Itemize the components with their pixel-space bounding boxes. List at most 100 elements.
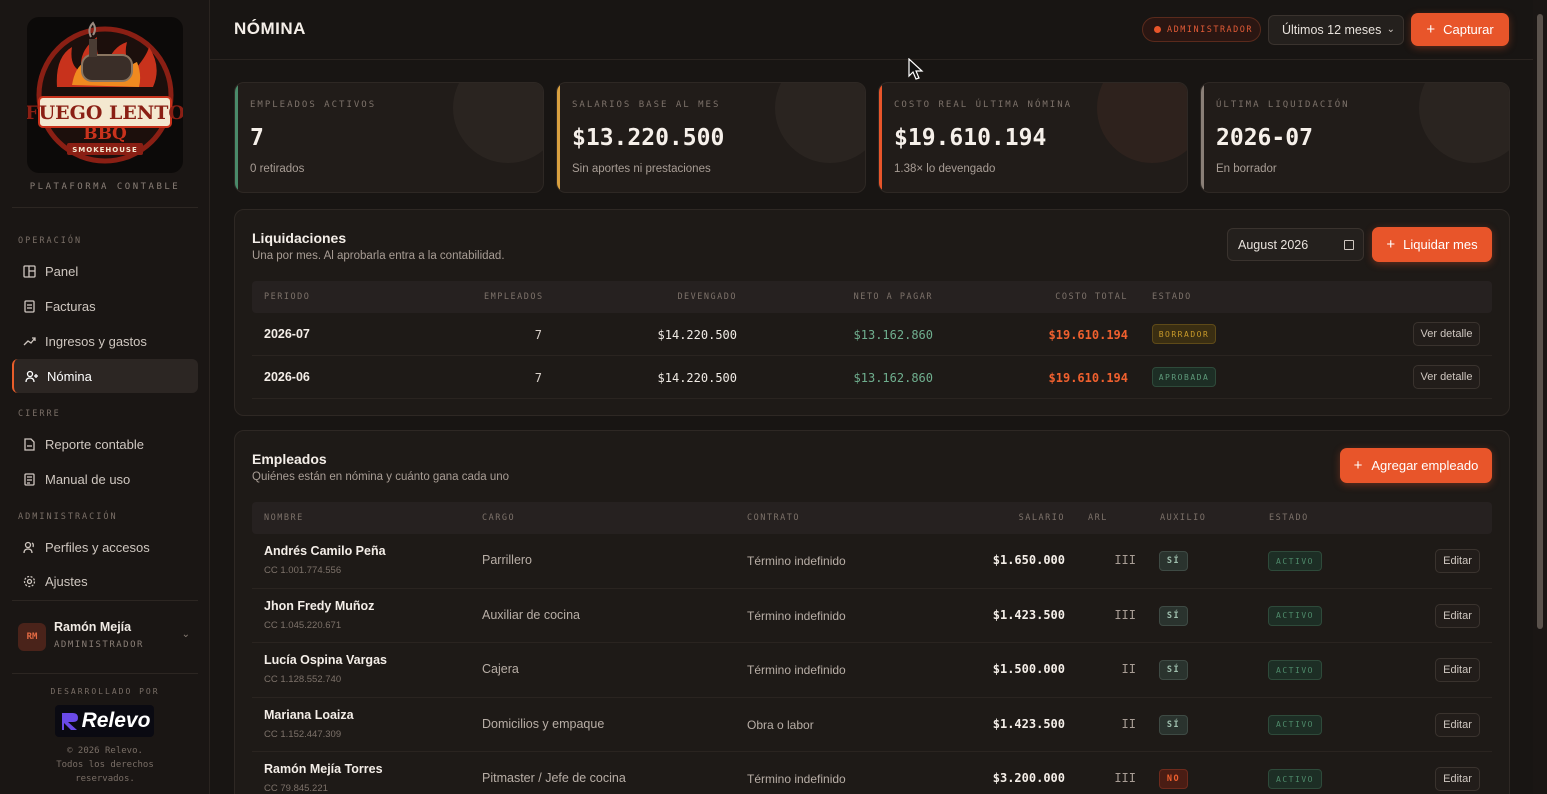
- section-operacion: OPERACIÓN: [18, 236, 83, 246]
- sidebar-item-ingresos[interactable]: Ingresos y gastos: [12, 324, 198, 358]
- cell-neto: $13.162.860: [853, 371, 933, 385]
- cell-cargo: Domicilios y empaque: [482, 716, 605, 731]
- scrollbar[interactable]: [1533, 0, 1547, 794]
- agregar-empleado-label: Agregar empleado: [1371, 458, 1479, 473]
- month-input-value: August 2026: [1238, 237, 1309, 252]
- stat-value: $19.610.194: [894, 125, 1047, 151]
- stat-label: ÚLTIMA LIQUIDACIÓN: [1216, 100, 1350, 110]
- status-badge: ACTIVO: [1268, 714, 1322, 735]
- stat-sub: 0 retirados: [250, 163, 305, 175]
- scrollbar-thumb[interactable]: [1537, 14, 1543, 629]
- sidebar-item-reporte[interactable]: Reporte contable: [12, 427, 198, 461]
- calendar-icon: [1344, 240, 1354, 250]
- role-badge-label: ADMINISTRADOR: [1167, 24, 1254, 35]
- stat-label: SALARIOS BASE AL MES: [572, 100, 721, 110]
- status-badge: ACTIVO: [1268, 605, 1322, 626]
- auxilio-badge: SÍ: [1159, 660, 1188, 680]
- user-role: ADMINISTRADOR: [54, 640, 144, 650]
- divider: [12, 600, 198, 601]
- sidebar-item-label: Ajustes: [45, 573, 88, 589]
- table-row: 2026-07 7 $14.220.500 $13.162.860 $19.61…: [252, 313, 1492, 356]
- sidebar: FUEGO LENTO BBQ SMOKEHOUSE PLATAFORMA CO…: [0, 0, 210, 794]
- cell-nombre: Lucía Ospina Vargas: [264, 653, 387, 667]
- main-content: NÓMINA ADMINISTRADOR Últimos 12 meses ⌄ +…: [210, 0, 1533, 794]
- stat-sub: En borrador: [1216, 163, 1277, 175]
- cell-cc: CC 1.128.552.740: [264, 674, 342, 685]
- column-header: CONTRATO: [747, 513, 800, 523]
- sidebar-item-panel[interactable]: Panel: [12, 254, 198, 288]
- stat-value: 2026-07: [1216, 125, 1313, 151]
- section-administracion: ADMINISTRACIÓN: [18, 512, 118, 522]
- table-header: PERIODO EMPLEADOS DEVENGADO NETO A PAGAR…: [252, 281, 1492, 313]
- relevo-logo-text: Relevo: [81, 709, 151, 732]
- cell-arl: II: [1121, 716, 1136, 731]
- sidebar-item-label: Reporte contable: [45, 436, 145, 452]
- avatar: RM: [18, 623, 46, 651]
- sidebar-item-perfiles[interactable]: Perfiles y accesos: [12, 530, 198, 564]
- table-row: 2026-06 7 $14.220.500 $13.162.860 $19.61…: [252, 356, 1492, 399]
- cell-contrato: Obra o labor: [747, 717, 814, 732]
- cell-salario: $1.500.000: [992, 662, 1065, 676]
- status-dot-icon: [1154, 26, 1161, 33]
- sidebar-item-label: Panel: [45, 263, 79, 279]
- divider: [12, 207, 198, 208]
- panel-subtitle: Quiénes están en nómina y cuánto gana ca…: [252, 471, 510, 483]
- period-select[interactable]: Últimos 12 meses ⌄: [1268, 15, 1404, 45]
- cell-cc: CC 1.045.220.671: [264, 619, 342, 631]
- user-plus-icon: [24, 369, 38, 383]
- file-icon: [22, 437, 36, 451]
- cell-periodo: 2026-06: [264, 370, 310, 384]
- panel-title: Empleados: [252, 451, 327, 467]
- role-badge: ADMINISTRADOR: [1142, 17, 1261, 42]
- sidebar-item-facturas[interactable]: Facturas: [12, 289, 198, 323]
- liquidar-mes-button[interactable]: + Liquidar mes: [1372, 227, 1492, 262]
- sidebar-item-label: Perfiles y accesos: [45, 539, 150, 555]
- month-input[interactable]: August 2026: [1227, 228, 1364, 261]
- stat-card-salarios: SALARIOS BASE AL MES $13.220.500 Sin apo…: [556, 82, 866, 193]
- editar-button[interactable]: Editar: [1435, 603, 1480, 628]
- sidebar-item-ajustes[interactable]: Ajustes: [12, 564, 198, 598]
- editar-button[interactable]: Editar: [1435, 712, 1480, 737]
- copyright-line: © 2026 Relevo.: [67, 746, 143, 756]
- stat-card-empleados: EMPLEADOS ACTIVOS 7 0 retirados: [234, 82, 544, 193]
- column-header: AUXILIO: [1160, 513, 1207, 523]
- stat-accent: [1201, 83, 1204, 192]
- agregar-empleado-button[interactable]: + Agregar empleado: [1340, 448, 1492, 483]
- cell-arl: III: [1114, 607, 1136, 622]
- editar-button[interactable]: Editar: [1435, 767, 1480, 791]
- ver-detalle-button[interactable]: Ver detalle: [1413, 365, 1480, 389]
- auxilio-badge: SÍ: [1159, 714, 1188, 735]
- status-badge: BORRADOR: [1152, 324, 1216, 344]
- book-icon: [22, 472, 36, 486]
- editar-button[interactable]: Editar: [1435, 549, 1480, 573]
- column-header: PERIODO: [264, 292, 311, 302]
- cell-salario: $1.650.000: [992, 553, 1065, 567]
- status-badge: ACTIVO: [1268, 769, 1322, 789]
- column-header: COSTO TOTAL: [1055, 292, 1128, 302]
- sidebar-item-nomina[interactable]: Nómina: [12, 359, 198, 393]
- cell-periodo: 2026-07: [264, 327, 310, 341]
- sidebar-item-manual[interactable]: Manual de uso: [12, 462, 198, 496]
- editar-button[interactable]: Editar: [1435, 658, 1480, 682]
- section-cierre: CIERRE: [18, 409, 61, 419]
- user-menu[interactable]: RM Ramón Mejía ADMINISTRADOR ⌄: [18, 617, 198, 657]
- capture-button[interactable]: + Capturar: [1411, 13, 1509, 46]
- cell-nombre: Andrés Camilo Peña: [264, 544, 386, 558]
- users-icon: [22, 540, 36, 554]
- cell-salario: $1.423.500: [992, 607, 1065, 622]
- chevron-down-icon: ⌄: [1386, 24, 1395, 35]
- stat-label: COSTO REAL ÚLTIMA NÓMINA: [894, 100, 1073, 110]
- chevron-down-icon[interactable]: ⌄: [182, 629, 190, 640]
- cell-costo: $19.610.194: [1048, 328, 1128, 342]
- gear-icon: [22, 574, 36, 588]
- cell-cc: CC 1.152.447.309: [264, 728, 342, 740]
- copyright-line: Todos los derechos: [56, 760, 154, 770]
- cell-devengado: $14.220.500: [657, 328, 737, 342]
- ver-detalle-button[interactable]: Ver detalle: [1413, 322, 1480, 346]
- plus-icon: +: [1386, 236, 1396, 253]
- cell-cargo: Cajera: [482, 662, 519, 676]
- sidebar-item-label: Ingresos y gastos: [45, 333, 147, 349]
- cell-contrato: Término indefinido: [747, 608, 846, 623]
- stat-value: 7: [250, 125, 264, 151]
- cell-salario: $1.423.500: [992, 716, 1065, 731]
